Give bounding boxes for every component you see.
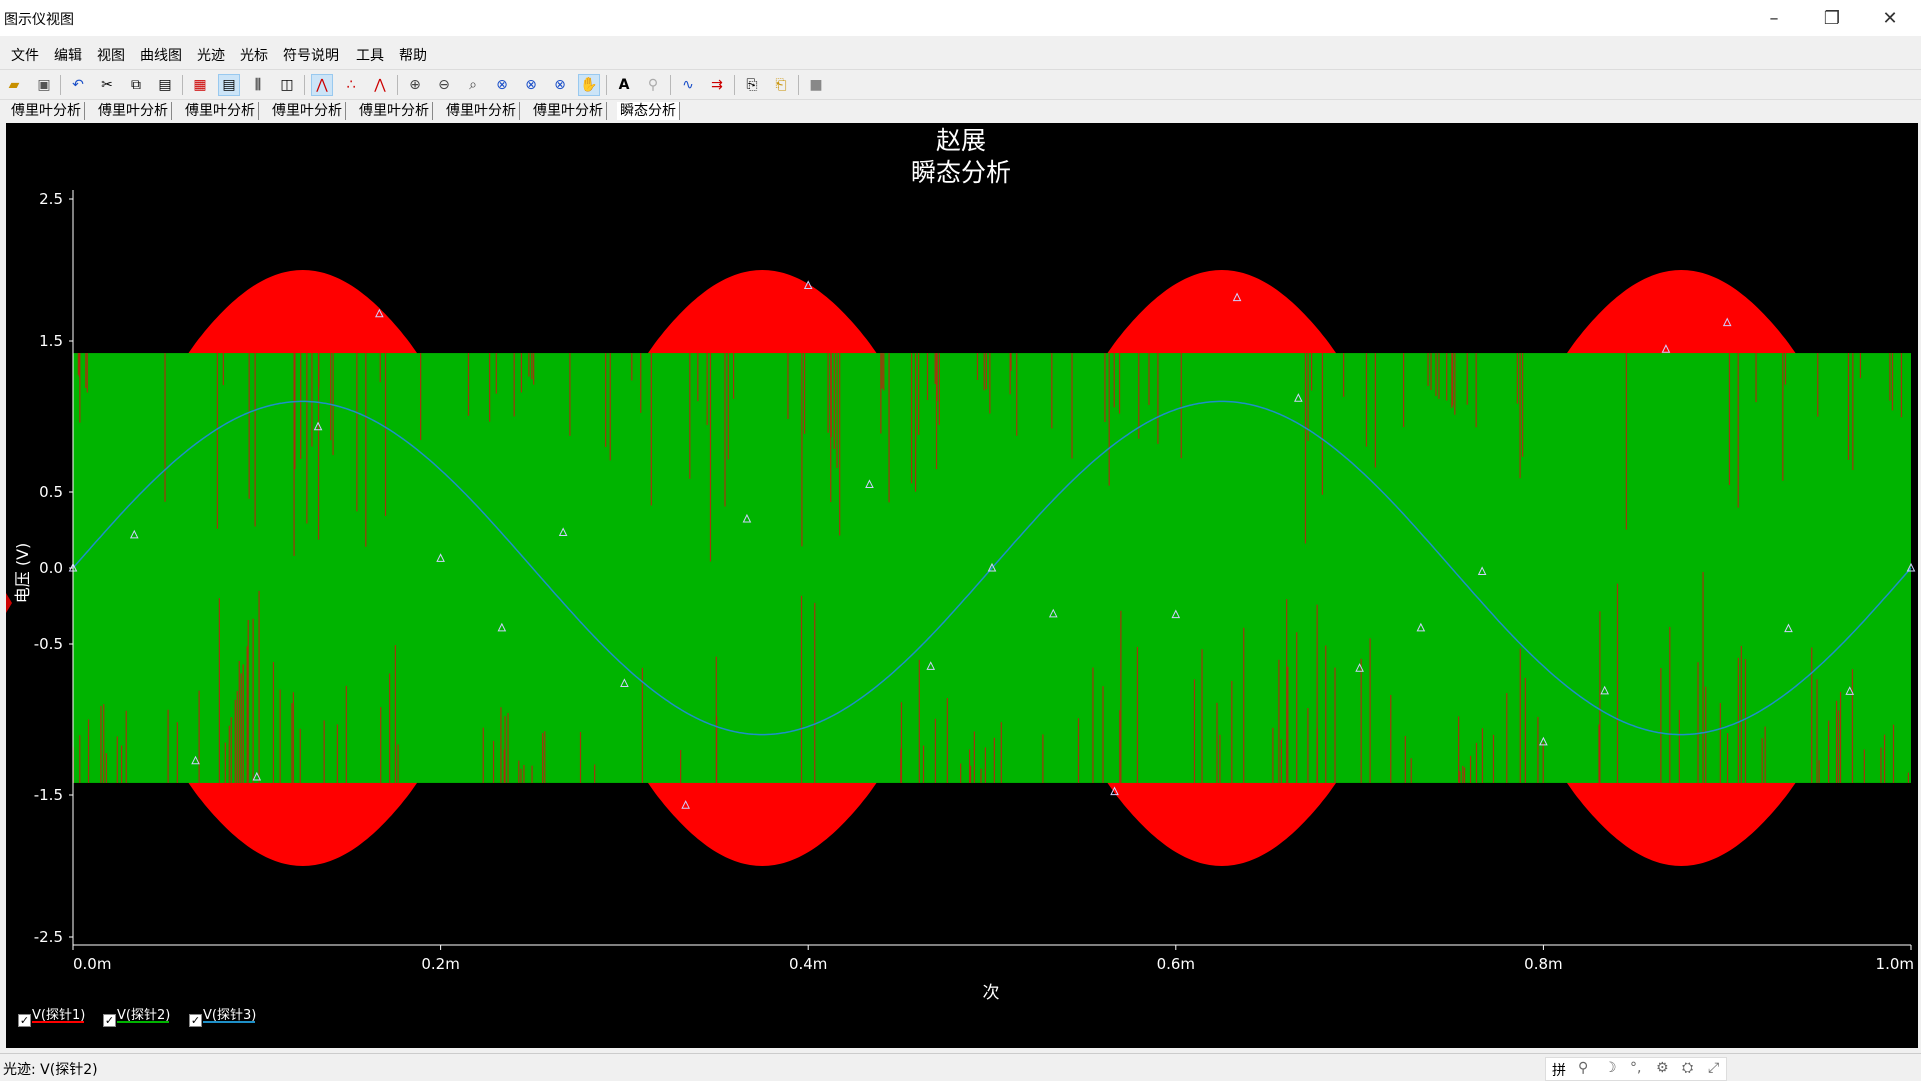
menu-file[interactable]: 文件 xyxy=(11,45,39,65)
menu-cursor[interactable]: 光标 xyxy=(240,45,268,65)
status-bar: 光迹: V(探针2) 拼 ⚲ ☽ °, ⚙ ⛭ ⤢ xyxy=(0,1053,1921,1081)
save-icon[interactable]: ▣ xyxy=(33,74,55,96)
menu-bar: 文件 编辑 视图 曲线图 光迹 光标 符号说明 工具 帮助 xyxy=(0,40,1921,66)
y-tick-label: 1.5 xyxy=(39,332,63,350)
y-tick-label: 2.5 xyxy=(39,190,63,208)
punct-icon[interactable]: °, xyxy=(1630,1060,1641,1076)
chart-properties-icon[interactable]: ⫼ xyxy=(247,74,269,96)
menu-edit[interactable]: 编辑 xyxy=(54,45,82,65)
x-tick-label: 0.0m xyxy=(73,955,111,973)
grid-mode-icon[interactable]: 拼 xyxy=(1552,1060,1566,1080)
menu-graph[interactable]: 曲线图 xyxy=(140,45,182,65)
overlay-icon[interactable]: ◫ xyxy=(276,74,298,96)
zoom-x-icon[interactable]: ⊗ xyxy=(491,74,513,96)
y-cursor-marker[interactable] xyxy=(6,593,12,613)
tab-fourier-1[interactable]: 傅里叶分析 xyxy=(8,102,85,120)
trace-icon[interactable]: ∿ xyxy=(677,74,699,96)
zoom-out-icon[interactable]: ⊖ xyxy=(433,74,455,96)
pan-icon[interactable]: ✋ xyxy=(578,74,600,96)
menu-legend[interactable]: 符号说明 xyxy=(283,45,339,65)
cursor-icon[interactable]: ⚲ xyxy=(642,74,664,96)
expand-icon[interactable]: ⤢ xyxy=(1708,1060,1719,1076)
open-folder-icon[interactable]: ▰ xyxy=(3,74,25,96)
y-ticks: 2.5 1.5 0.5 0.0 -0.5 -1.5 -2.5 xyxy=(34,190,73,946)
tab-fourier-4[interactable]: 傅里叶分析 xyxy=(269,102,346,120)
zoom-area-icon[interactable]: ⌕ xyxy=(462,74,484,96)
cut-icon[interactable]: ✂ xyxy=(96,74,118,96)
legend-checkbox-probe3[interactable]: ✓ xyxy=(189,1014,202,1027)
zoom-full-icon[interactable]: ⊗ xyxy=(549,74,571,96)
x-tick-label: 0.4m xyxy=(789,955,827,973)
undo-icon[interactable]: ↶ xyxy=(67,74,89,96)
tab-fourier-5[interactable]: 傅里叶分析 xyxy=(356,102,433,120)
title-bar: 图示仪视图 – ❐ ✕ xyxy=(0,0,1921,36)
graph-area[interactable]: 2.5 1.5 0.5 0.0 -0.5 -1.5 -2.5 0.0m 0.2m 0.4m 0.6… xyxy=(6,123,1918,1048)
y-axis-label: 电压 (V) xyxy=(13,543,32,604)
status-text: 光迹: V(探针2) xyxy=(3,1062,98,1078)
tab-fourier-2[interactable]: 傅里叶分析 xyxy=(95,102,172,120)
legend-checkbox-probe1[interactable]: ✓ xyxy=(18,1014,31,1027)
paste-icon[interactable]: ▤ xyxy=(154,74,176,96)
tab-bar: 傅里叶分析 傅里叶分析 傅里叶分析 傅里叶分析 傅里叶分析 傅里叶分析 傅里叶分… xyxy=(0,99,1921,122)
chart-subtitle: 瞬态分析 xyxy=(911,158,1011,187)
select-trace-icon[interactable]: ⋀ xyxy=(369,74,391,96)
toggle-cursors-icon[interactable]: ⋀ xyxy=(311,74,333,96)
x-axis-label: 次 xyxy=(983,983,1000,1003)
zoom-y-icon[interactable]: ⊗ xyxy=(520,74,542,96)
legend-checkbox-probe2[interactable]: ✓ xyxy=(103,1014,116,1027)
y-tick-label: -2.5 xyxy=(34,928,63,946)
tab-fourier-6[interactable]: 傅里叶分析 xyxy=(443,102,520,120)
toolbar: ▰ ▣ ↶ ✂ ⧉ ▤ ▦ ▤ ⫼ ◫ ⋀ ∴ ⋀ ⊕ ⊖ ⌕ ⊗ ⊗ ⊗ ✋ … xyxy=(0,69,1921,100)
menu-tools[interactable]: 工具 xyxy=(356,45,384,65)
copy-icon[interactable]: ⧉ xyxy=(125,74,147,96)
x-ticks: 0.0m 0.2m 0.4m 0.6m 0.8m 1.0m xyxy=(72,945,1914,973)
x-tick-label: 0.8m xyxy=(1524,955,1562,973)
zoom-in-icon[interactable]: ⊕ xyxy=(404,74,426,96)
minimize-button[interactable]: – xyxy=(1745,0,1803,36)
stop-icon[interactable]: ■ xyxy=(805,74,827,96)
tab-transient[interactable]: 瞬态分析 xyxy=(617,102,680,120)
ime-icon[interactable]: ⚲ xyxy=(1578,1060,1588,1076)
tab-fourier-7[interactable]: 傅里叶分析 xyxy=(530,102,607,120)
copy-graph-icon[interactable]: ⎘ xyxy=(741,74,763,96)
y-tick-label: 0.0 xyxy=(39,559,63,577)
skin-icon[interactable]: ⛭ xyxy=(1682,1060,1693,1076)
paste-graph-icon[interactable]: ⎗ xyxy=(770,74,792,96)
x-tick-label: 0.6m xyxy=(1157,955,1195,973)
menu-trace[interactable]: 光迹 xyxy=(197,45,225,65)
text-icon[interactable]: A xyxy=(613,74,635,96)
y-tick-label: -1.5 xyxy=(34,786,63,804)
legend-icon[interactable]: ▤ xyxy=(218,74,240,96)
close-button[interactable]: ✕ xyxy=(1861,0,1919,36)
x-tick-label: 0.2m xyxy=(421,955,459,973)
settings-icon[interactable]: ⚙ xyxy=(1656,1060,1669,1076)
transient-chart[interactable]: 2.5 1.5 0.5 0.0 -0.5 -1.5 -2.5 0.0m 0.2m 0.4m 0.6… xyxy=(6,123,1918,1048)
menu-view[interactable]: 视图 xyxy=(97,45,125,65)
status-icons: 拼 ⚲ ☽ °, ⚙ ⛭ ⤢ xyxy=(1545,1057,1727,1081)
moon-icon[interactable]: ☽ xyxy=(1604,1060,1617,1076)
grid-icon[interactable]: ▦ xyxy=(189,74,211,96)
export-icon[interactable]: ⇉ xyxy=(706,74,728,96)
y-tick-label: 0.5 xyxy=(39,483,63,501)
menu-help[interactable]: 帮助 xyxy=(399,45,427,65)
window-title: 图示仪视图 xyxy=(4,12,74,28)
y-tick-label: -0.5 xyxy=(34,635,63,653)
chart-title: 赵展 xyxy=(936,126,986,155)
tab-fourier-3[interactable]: 傅里叶分析 xyxy=(182,102,259,120)
x-tick-label: 1.0m xyxy=(1876,955,1914,973)
select-marker-icon[interactable]: ∴ xyxy=(340,74,362,96)
restore-button[interactable]: ❐ xyxy=(1803,0,1861,36)
